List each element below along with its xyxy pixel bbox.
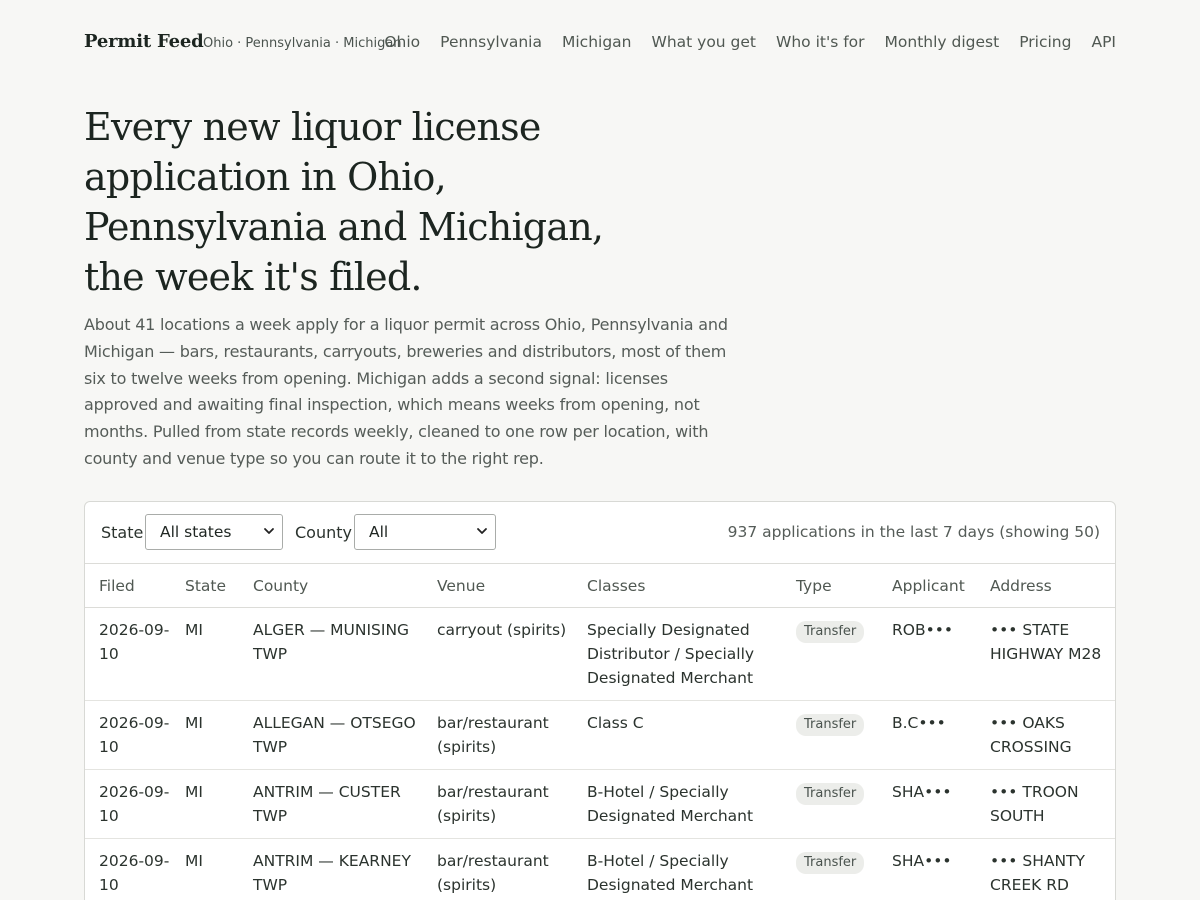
type-badge: Transfer	[796, 783, 865, 805]
type-badge: Transfer	[796, 621, 865, 643]
cell-classes: B-Hotel / Specially Designated Merchant	[573, 769, 782, 839]
cell-applicant: SHA•••	[878, 838, 976, 900]
cell-address: ••• TROON SOUTH	[976, 769, 1115, 839]
brand-subtitle: Ohio · Pennsylvania · Michigan	[203, 36, 402, 51]
brand-logo[interactable]: Permit Feed	[84, 31, 204, 52]
nav-monthly-digest[interactable]: Monthly digest	[885, 33, 1000, 51]
cell-state: MI	[171, 607, 239, 701]
cell-applicant: SHA•••	[878, 769, 976, 839]
cell-type: Transfer	[782, 700, 878, 770]
hero-title-line: Pennsylvania and Michigan,	[84, 205, 604, 249]
cell-address: ••• OAKS CROSSING	[976, 700, 1115, 770]
cell-filed: 2026-09-10	[85, 607, 171, 701]
nav-who-its-for[interactable]: Who it's for	[776, 33, 865, 51]
hero-description: About 41 locations a week apply for a li…	[84, 315, 728, 468]
cell-state: MI	[171, 769, 239, 839]
state-filter-label: State	[101, 523, 144, 542]
table-header-row: Filed State County Venue Classes Type Ap…	[85, 564, 1115, 608]
type-badge: Transfer	[796, 852, 865, 874]
nav-api[interactable]: API	[1091, 33, 1116, 51]
county-select[interactable]: All	[354, 514, 496, 550]
county-filter-label: County	[295, 523, 352, 542]
column-header-type[interactable]: Type	[782, 564, 878, 608]
cell-type: Transfer	[782, 769, 878, 839]
county-select-value: All	[369, 523, 389, 541]
results-count: 937 applications in the last 7 days (sho…	[727, 523, 1100, 541]
chevron-down-icon	[264, 528, 274, 534]
column-header-filed[interactable]: Filed	[85, 564, 171, 608]
main-nav: Ohio Pennsylvania Michigan What you get …	[384, 33, 1116, 51]
hero-title: Every new liquor license application in …	[84, 102, 684, 302]
column-header-state[interactable]: State	[171, 564, 239, 608]
cell-type: Transfer	[782, 607, 878, 701]
cell-county: ANTRIM — CUSTER TWP	[239, 769, 423, 839]
column-header-applicant[interactable]: Applicant	[878, 564, 976, 608]
cell-address: ••• STATE HIGHWAY M28	[976, 607, 1115, 701]
hero-title-line: application in Ohio,	[84, 155, 447, 199]
nav-pennsylvania[interactable]: Pennsylvania	[440, 33, 542, 51]
applications-card: State All states County All 937 applicat…	[84, 501, 1116, 900]
cell-state: MI	[171, 700, 239, 770]
cell-county: ALLEGAN — OTSEGO TWP	[239, 700, 423, 770]
site-header: Permit Feed Ohio · Pennsylvania · Michig…	[84, 0, 1116, 88]
cell-applicant: B.C•••	[878, 700, 976, 770]
column-header-address[interactable]: Address	[976, 564, 1115, 608]
cell-filed: 2026-09-10	[85, 838, 171, 900]
cell-county: ANTRIM — KEARNEY TWP	[239, 838, 423, 900]
column-header-classes[interactable]: Classes	[573, 564, 782, 608]
hero-title-line: the week it's filed.	[84, 255, 422, 299]
table-row[interactable]: 2026-09-10 MI ANTRIM — KEARNEY TWP bar/r…	[85, 838, 1115, 900]
cell-applicant: ROB•••	[878, 607, 976, 701]
cell-venue: carryout (spirits)	[423, 607, 573, 701]
cell-classes: Specially Designated Distributor / Speci…	[573, 607, 782, 701]
hero-title-line: Every new liquor license	[84, 105, 541, 149]
cell-venue: bar/restaurant (spirits)	[423, 700, 573, 770]
cell-type: Transfer	[782, 838, 878, 900]
cell-classes: Class C	[573, 700, 782, 770]
nav-michigan[interactable]: Michigan	[562, 33, 632, 51]
cell-classes: B-Hotel / Specially Designated Merchant	[573, 838, 782, 900]
cell-state: MI	[171, 838, 239, 900]
chevron-down-icon	[477, 528, 487, 534]
state-select[interactable]: All states	[145, 514, 283, 550]
column-header-venue[interactable]: Venue	[423, 564, 573, 608]
cell-venue: bar/restaurant (spirits)	[423, 769, 573, 839]
cell-address: ••• SHANTY CREEK RD	[976, 838, 1115, 900]
table-row[interactable]: 2026-09-10 MI ALLEGAN — OTSEGO TWP bar/r…	[85, 700, 1115, 770]
table-row[interactable]: 2026-09-10 MI ALGER — MUNISING TWP carry…	[85, 607, 1115, 701]
cell-county: ALGER — MUNISING TWP	[239, 607, 423, 701]
nav-pricing[interactable]: Pricing	[1019, 33, 1071, 51]
cell-filed: 2026-09-10	[85, 700, 171, 770]
table-row[interactable]: 2026-09-10 MI ANTRIM — CUSTER TWP bar/re…	[85, 769, 1115, 839]
cell-filed: 2026-09-10	[85, 769, 171, 839]
type-badge: Transfer	[796, 714, 865, 736]
state-select-value: All states	[160, 523, 232, 541]
applications-table: Filed State County Venue Classes Type Ap…	[85, 564, 1115, 900]
nav-ohio[interactable]: Ohio	[384, 33, 420, 51]
nav-what-you-get[interactable]: What you get	[652, 33, 757, 51]
filter-bar: State All states County All 937 applicat…	[85, 502, 1115, 564]
cell-venue: bar/restaurant (spirits)	[423, 838, 573, 900]
column-header-county[interactable]: County	[239, 564, 423, 608]
